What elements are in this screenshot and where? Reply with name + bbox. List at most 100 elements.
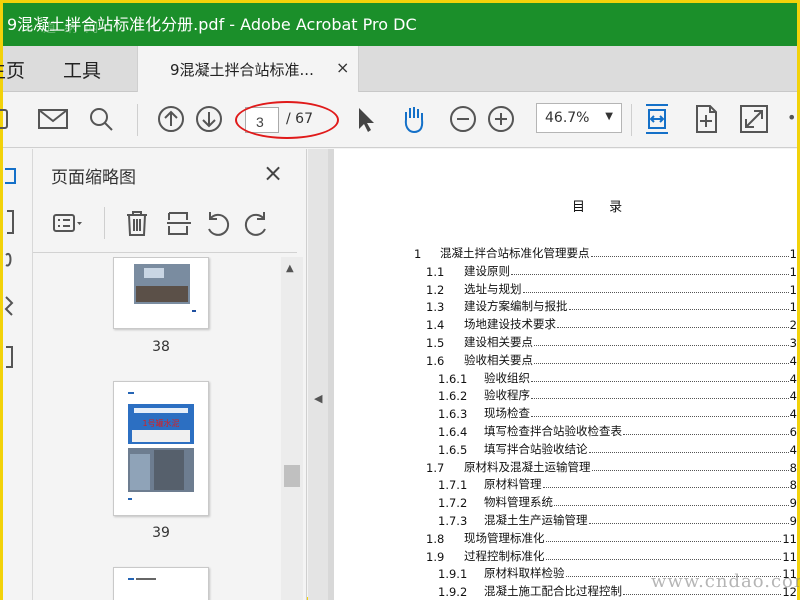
toc-entry-number: 1.6.2 xyxy=(438,389,468,404)
toc-entry-text: 填写拌合站验收结论 xyxy=(484,441,588,456)
toc-entry[interactable]: 1.6.1 验收组织 4 xyxy=(438,369,797,386)
toc-entry[interactable]: 1.5 建设相关要点 3 xyxy=(426,333,797,350)
fullscreen-icon[interactable] xyxy=(737,102,771,136)
prev-page-icon[interactable] xyxy=(154,102,188,136)
toc-entry[interactable]: 1.6 验收相关要点 4 xyxy=(426,351,797,368)
toc-entry[interactable]: 1.7 原材料及混凝土运输管理 8 xyxy=(426,458,797,475)
tab-document-label: 9混凝土拌合站标准... xyxy=(170,61,314,79)
toc-entry[interactable]: 1.7.3 混凝土生产运输管理 9 xyxy=(438,511,797,528)
scrollbar-thumb[interactable] xyxy=(284,465,300,487)
toc-entry-page: 3 xyxy=(789,336,797,350)
toc-entry-number: 1.9.1 xyxy=(438,567,468,582)
tab-home[interactable]: 主页 xyxy=(0,56,25,83)
fit-width-icon[interactable] xyxy=(640,102,674,136)
toc-entry-page: 1 xyxy=(789,300,797,315)
main-toolbar: • xyxy=(0,92,797,148)
zoom-select[interactable]: 46.7% ▼ xyxy=(536,103,622,133)
toc-leader xyxy=(554,505,789,507)
rotate-left-icon[interactable] xyxy=(201,207,233,239)
toc-entry-page: 1 xyxy=(789,282,797,297)
toc-entry[interactable]: 1.7.2 物料管理系统 9 xyxy=(438,493,797,510)
toc-entry-number: 1.2 xyxy=(426,282,445,297)
thumbnail-scrollbar[interactable]: ▲ xyxy=(281,257,303,600)
toc-entry-text: 混凝土生产运输管理 xyxy=(484,513,588,527)
toc-entry[interactable]: 1.2 选址与规划 1 xyxy=(426,280,797,297)
toc-leader xyxy=(534,362,789,364)
page-thumbnail[interactable]: 1号罐水泥 xyxy=(113,381,209,516)
tab-bar: 主页 工具 9混凝土拌合站标准... × xyxy=(0,46,797,92)
zoom-value: 46.7% xyxy=(545,110,590,126)
tab-document[interactable]: 9混凝土拌合站标准... × xyxy=(137,46,359,92)
document-page: 目 录 1 混凝土拌合站标准化管理要点 1 1.1 建设原则 1 1.2 选址与规划 1 1.3 建… xyxy=(334,149,797,600)
page-thumbnail[interactable] xyxy=(113,257,209,329)
toc-entry-text: 原材料取样检验 xyxy=(484,566,565,581)
navigation-rail-icons[interactable] xyxy=(3,149,33,379)
toc-entry-number: 1.7.1 xyxy=(438,478,468,493)
toc-entry-number: 1.5 xyxy=(426,336,445,350)
toc-entry-page: 9 xyxy=(789,496,797,511)
collapse-panel-icon[interactable]: ◀ xyxy=(314,392,322,405)
toc-entry-text: 验收组织 xyxy=(484,370,530,385)
toc-entry[interactable]: 1.6.3 现场检查 4 xyxy=(438,404,797,421)
toc-entry-text: 建设方案编制与报批 xyxy=(464,299,568,314)
hand-tool-icon[interactable] xyxy=(396,102,430,136)
scroll-up-icon[interactable]: ▲ xyxy=(286,263,294,274)
tab-tools[interactable]: 工具 xyxy=(63,56,101,83)
toc-entry-number: 1.7.2 xyxy=(438,496,468,511)
chevron-down-icon[interactable]: ▼ xyxy=(605,111,613,122)
toc-entry[interactable]: 1.1 建设原则 1 xyxy=(426,262,797,279)
toc-entry-page: 2 xyxy=(789,318,797,333)
toc-entry[interactable]: 1.7.1 原材料管理 8 xyxy=(438,475,797,492)
close-panel-icon[interactable]: × xyxy=(263,159,283,187)
rotate-right-icon[interactable] xyxy=(241,207,273,239)
toc-entry-number: 1.1 xyxy=(426,264,445,279)
thumbnail-list: 38 1号罐水泥 39 xyxy=(33,257,281,600)
toc-entry-page: 4 xyxy=(789,407,797,422)
window-title-bar: 9混凝土拌合站标准化分册.pdf - Adobe Acrobat Pro DC … xyxy=(3,3,797,46)
toc-entry-number: 1.7.3 xyxy=(438,514,468,528)
toc-entry[interactable]: 1.6.5 填写拌合站验收结论 4 xyxy=(438,440,797,457)
toc-entry-text: 现场检查 xyxy=(484,406,530,421)
toc-entry[interactable]: 1.3 建设方案编制与报批 1 xyxy=(426,297,797,314)
toc-entry[interactable]: 1.6.4 填写检查拌合站验收检查表 6 xyxy=(438,422,797,439)
next-page-icon[interactable] xyxy=(192,102,226,136)
toc-entry-page: 4 xyxy=(789,389,797,404)
toc-entry-page: 1 xyxy=(789,247,797,261)
toc-entry[interactable]: 1 混凝土拌合站标准化管理要点 1 xyxy=(414,244,797,261)
email-icon[interactable] xyxy=(36,102,70,136)
toc-entry-text: 场地建设技术要求 xyxy=(464,317,556,332)
toc-entry-number: 1.3 xyxy=(426,300,445,315)
thumbnail-options-icon[interactable] xyxy=(51,207,83,239)
more-tools-icon[interactable]: • xyxy=(787,108,796,127)
page-layout-icon[interactable] xyxy=(689,102,723,136)
toc-entry-page: 11 xyxy=(782,549,797,564)
toc-entry[interactable]: 1.9 过程控制标准化 11 xyxy=(426,547,797,564)
page-thumbnail[interactable] xyxy=(113,567,209,600)
toc-entry-text: 验收相关要点 xyxy=(464,352,533,367)
toc-entry-page: 4 xyxy=(789,353,797,368)
toc-entry-text: 建设原则 xyxy=(464,263,510,278)
delete-page-icon[interactable] xyxy=(121,207,153,239)
thumbnail-toolbar xyxy=(51,207,305,245)
toc-title: 目 录 xyxy=(572,200,633,215)
panel-divider xyxy=(33,252,297,253)
toc-entry[interactable]: 1.6.2 验收程序 4 xyxy=(438,386,797,403)
search-icon[interactable] xyxy=(84,102,118,136)
zoom-out-icon[interactable] xyxy=(446,102,480,136)
toc-entry-text: 验收程序 xyxy=(484,388,530,403)
toc-leader xyxy=(542,487,789,489)
toc-leader xyxy=(568,309,789,311)
toc-leader xyxy=(623,594,782,596)
save-icon[interactable] xyxy=(0,102,23,136)
toc-entry[interactable]: 1.4 场地建设技术要求 2 xyxy=(426,315,797,332)
toc-entry[interactable]: 1.8 现场管理标准化 11 xyxy=(426,529,797,546)
zoom-in-icon[interactable] xyxy=(484,102,518,136)
toc-leader xyxy=(545,540,782,542)
toolbar-separator xyxy=(137,104,138,136)
toc-entry-number: 1.6 xyxy=(426,353,445,368)
extract-page-icon[interactable] xyxy=(163,207,195,239)
panel-splitter[interactable]: ◀ xyxy=(308,149,328,600)
panel-title: 页面缩略图 xyxy=(51,168,136,188)
close-icon[interactable]: × xyxy=(336,58,349,77)
select-cursor-icon[interactable] xyxy=(348,102,382,136)
